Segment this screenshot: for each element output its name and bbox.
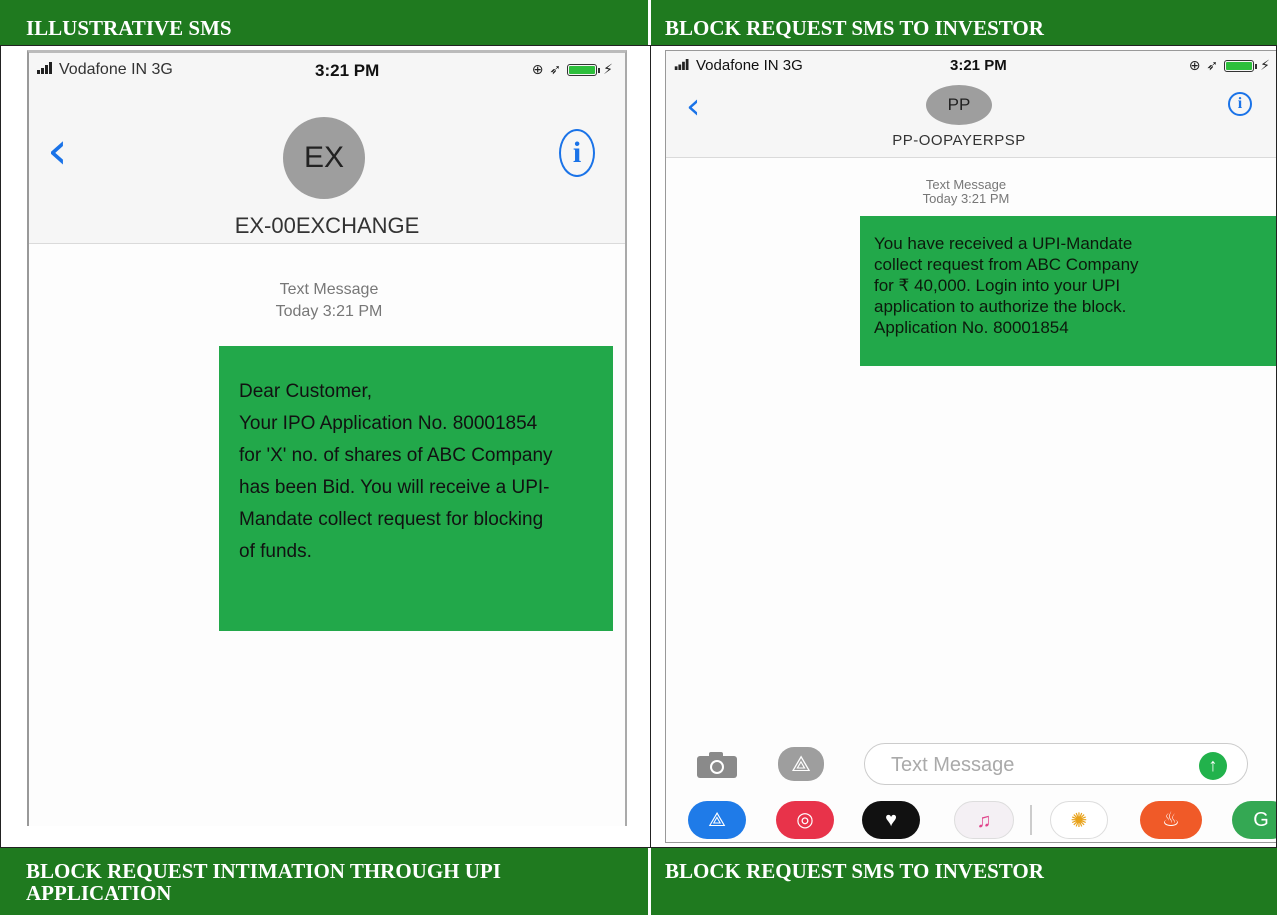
signal-icon	[37, 61, 59, 79]
info-icon[interactable]: i	[559, 129, 595, 177]
battery-icon	[1224, 59, 1258, 72]
game-icon[interactable]: ♨	[1140, 801, 1202, 839]
meta-type: Text Message	[925, 177, 1007, 192]
compose-bar: ⟁ Text Message ↑	[666, 739, 1276, 791]
chevron-left-icon[interactable]: ‹	[686, 89, 700, 125]
header-label: BLOCK REQUEST SMS TO INVESTOR	[665, 859, 1044, 883]
location-icon: ➶	[1206, 57, 1219, 73]
photos-icon[interactable]: ✺	[1050, 801, 1108, 839]
carrier-label: Vodafone IN 3G	[696, 57, 803, 74]
message-line: Dear Customer,	[239, 381, 373, 402]
status-time: 3:21 PM	[315, 61, 380, 80]
header-block-request-sms-bottom: BLOCK REQUEST SMS TO INVESTOR	[651, 848, 1277, 915]
avatar[interactable]: EX	[283, 117, 365, 199]
header-label: BLOCK REQUEST SMS TO INVESTOR	[665, 16, 1044, 40]
info-icon[interactable]: i	[1228, 92, 1252, 116]
signal-icon	[674, 57, 696, 74]
message-bubble: You have received a UPI-Mandate collect …	[860, 216, 1276, 366]
status-icons: ⊕ ➶ ⚡	[532, 61, 613, 78]
status-carrier: Vodafone IN 3G	[674, 57, 803, 74]
app-dock: ⟁ ◎ ♥ ♫ ✺ ♨ G	[666, 799, 1276, 842]
search-globe-icon[interactable]: ◎	[776, 801, 834, 839]
camera-icon[interactable]	[696, 751, 738, 779]
cell-block-request-sms: Vodafone IN 3G 3:21 PM ⊕ ➶ ⚡ ‹ PP i PP-O…	[650, 45, 1277, 848]
chevron-left-icon[interactable]: ‹	[47, 125, 68, 177]
header-illustrative-sms: ILLUSTRATIVE SMS	[0, 0, 648, 45]
dock-divider	[1030, 805, 1032, 835]
message-bubble: Dear Customer, Your IPO Application No. …	[219, 346, 613, 631]
header-block-request-intimation: BLOCK REQUEST INTIMATION THROUGH UPI APP…	[0, 848, 648, 915]
app-store-icon[interactable]: ⟁	[688, 801, 746, 839]
avatar[interactable]: PP	[926, 85, 992, 125]
meta-type: Text Message	[279, 281, 379, 298]
header-block-request-sms-top: BLOCK REQUEST SMS TO INVESTOR	[651, 0, 1277, 45]
send-button[interactable]: ↑	[1199, 752, 1227, 780]
page: ILLUSTRATIVE SMS BLOCK REQUEST SMS TO IN…	[0, 0, 1277, 915]
phone-screen-exchange-sms: Vodafone IN 3G 3:21 PM ⊕ ➶ ⚡ ‹ EX i EX-0…	[27, 50, 627, 826]
charging-icon: ⚡	[603, 61, 613, 77]
message-line: for ₹ 40,000. Login into your UPI	[874, 276, 1121, 295]
header-label: BLOCK REQUEST INTIMATION THROUGH UPI	[26, 859, 501, 883]
message-meta: Text Message Today 3:21 PM	[886, 178, 1046, 206]
message-line: Your IPO Application No. 80001854	[239, 413, 538, 434]
status-time: 3:21 PM	[950, 57, 1007, 74]
header-label: APPLICATION	[26, 881, 172, 905]
meta-timestamp: Today 3:21 PM	[275, 303, 383, 320]
message-line: Mandate collect request for blocking	[239, 509, 544, 530]
sender-name: PP-OOPAYERPSP	[892, 132, 1026, 149]
message-line: You have received a UPI-Mandate	[874, 234, 1133, 253]
message-line: Application No. 80001854	[874, 318, 1069, 337]
meta-timestamp: Today 3:21 PM	[922, 191, 1010, 206]
sender-name: EX-00EXCHANGE	[234, 213, 420, 238]
status-icons: ⊕ ➶ ⚡	[1189, 57, 1270, 74]
location-icon: ➶	[549, 61, 562, 77]
carrier-label: Vodafone IN 3G	[59, 61, 173, 78]
status-carrier: Vodafone IN 3G	[37, 61, 173, 79]
message-line: for 'X' no. of shares of ABC Company	[239, 445, 553, 466]
header-label: ILLUSTRATIVE SMS	[26, 16, 232, 40]
charging-icon: ⚡	[1260, 57, 1270, 73]
message-line: of funds.	[239, 541, 312, 562]
message-meta: Text Message Today 3:21 PM	[229, 279, 429, 323]
app-store-button[interactable]: ⟁	[778, 747, 824, 781]
maps-icon[interactable]: G	[1232, 801, 1276, 839]
cell-illustrative-sms: Vodafone IN 3G 3:21 PM ⊕ ➶ ⚡ ‹ EX i EX-0…	[0, 45, 651, 848]
message-line: application to authorize the block.	[874, 297, 1127, 316]
phone-screen-psp-sms: Vodafone IN 3G 3:21 PM ⊕ ➶ ⚡ ‹ PP i PP-O…	[665, 50, 1276, 843]
battery-icon	[567, 63, 601, 76]
lock-rotation-icon: ⊕	[1188, 57, 1201, 73]
message-line: has been Bid. You will receive a UPI-	[239, 477, 550, 498]
heart-icon[interactable]: ♥	[862, 801, 920, 839]
music-icon[interactable]: ♫	[954, 801, 1014, 839]
message-input[interactable]: Text Message	[864, 743, 1248, 785]
lock-rotation-icon: ⊕	[531, 61, 544, 77]
message-line: collect request from ABC Company	[874, 255, 1139, 274]
